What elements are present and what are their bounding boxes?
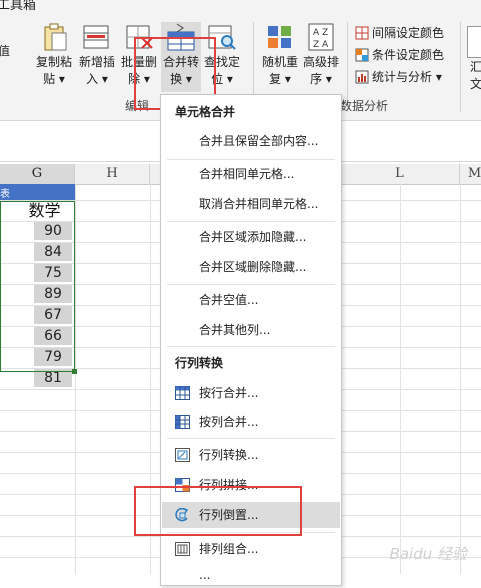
menu-separator bbox=[167, 159, 335, 160]
menu-item-merge-same[interactable]: 合并相同单元格... bbox=[162, 161, 340, 187]
table-grid-icon bbox=[175, 415, 190, 429]
color-grid-icon bbox=[355, 26, 369, 40]
statistics-icon bbox=[355, 70, 369, 84]
svg-text:Z A: Z A bbox=[313, 40, 329, 50]
left-edge-label: 值 bbox=[0, 44, 11, 58]
ribbon-tab-title: 工具箱 bbox=[0, 0, 37, 13]
menu-item-merge-by-row[interactable]: 按行合并... bbox=[162, 380, 340, 406]
table-header-fill: 表 bbox=[0, 184, 75, 200]
menu-item-merge-by-column[interactable]: 按列合并... bbox=[162, 409, 340, 435]
clipboard-icon bbox=[44, 23, 67, 51]
svg-text:A Z: A Z bbox=[313, 28, 328, 38]
menu-separator bbox=[167, 438, 335, 439]
menu-item-transpose[interactable]: 行列转换... bbox=[162, 442, 340, 468]
menu-separator bbox=[167, 284, 335, 285]
menu-section-cell-merge: 单元格合并 bbox=[175, 105, 236, 119]
random-grid-icon bbox=[268, 26, 291, 48]
random-repeat-button[interactable]: 随机重 复 ▾ bbox=[260, 22, 300, 88]
copy-paste-button[interactable]: 复制粘 贴 ▾ bbox=[34, 22, 74, 88]
interval-color-button[interactable]: 间隔设定颜色 bbox=[355, 24, 444, 41]
column-header-l[interactable]: L bbox=[340, 164, 460, 184]
menu-item-permutation[interactable]: 排列组合... bbox=[162, 536, 340, 562]
right-edge-label: 汇 bbox=[470, 60, 481, 74]
permutation-icon bbox=[175, 542, 190, 556]
summary-icon[interactable] bbox=[467, 26, 481, 58]
sort-az-icon: A Z Z A bbox=[308, 23, 334, 51]
right-edge-label: 文 bbox=[470, 77, 481, 91]
menu-item-unmerge-same[interactable]: 取消合并相同单元格... bbox=[162, 191, 340, 217]
menu-item-merge-keep-all[interactable]: 合并且保留全部内容... bbox=[162, 128, 340, 154]
menu-item-more[interactable]: ... bbox=[162, 562, 340, 588]
batch-insert-button[interactable]: 新增插 入 ▾ bbox=[77, 22, 117, 88]
menu-item-merge-remove-hidden[interactable]: 合并区域删除隐藏... bbox=[162, 254, 340, 280]
column-header-g[interactable]: G bbox=[0, 164, 75, 184]
selection-outline bbox=[0, 201, 75, 372]
advanced-sort-button[interactable]: A Z Z A 高级排 序 ▾ bbox=[301, 22, 341, 88]
table-grid-icon bbox=[175, 386, 190, 400]
menu-section-row-column-convert: 行列转换 bbox=[175, 356, 224, 370]
group-label-data-analysis: 数据分析 bbox=[340, 99, 389, 113]
menu-separator bbox=[167, 346, 335, 347]
watermark: Baidu 经验 bbox=[389, 545, 467, 563]
conditional-color-button[interactable]: 条件设定颜色 bbox=[355, 46, 444, 63]
transpose-icon bbox=[175, 448, 190, 462]
menu-item-merge-empty[interactable]: 合并空值... bbox=[162, 287, 340, 313]
menu-item-merge-add-hidden[interactable]: 合并区域添加隐藏... bbox=[162, 224, 340, 250]
reverse-item-highlight bbox=[134, 486, 302, 536]
column-header-h[interactable]: H bbox=[75, 164, 150, 184]
color-grid-icon bbox=[355, 48, 369, 62]
column-header-m[interactable]: M bbox=[460, 164, 481, 184]
fill-handle[interactable] bbox=[72, 369, 77, 374]
insert-rows-icon bbox=[83, 25, 109, 49]
menu-item-merge-other-columns[interactable]: 合并其他列... bbox=[162, 317, 340, 343]
menu-separator bbox=[167, 221, 335, 222]
ribbon-separator bbox=[460, 22, 461, 112]
statistics-analysis-button[interactable]: 统计与分析 ▾ bbox=[355, 68, 442, 85]
